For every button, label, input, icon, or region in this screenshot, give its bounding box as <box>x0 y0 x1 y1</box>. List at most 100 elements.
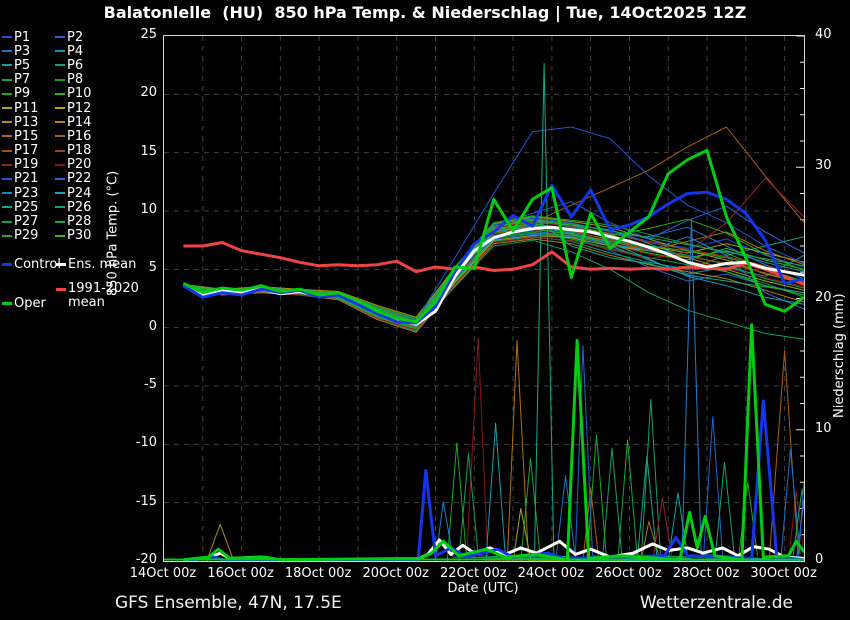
p8-line-swatch <box>55 79 65 81</box>
legend-item-p15: P15 <box>2 129 55 143</box>
x-axis-tick-label: 30Oct 00z <box>742 566 826 581</box>
x-axis-tick-label: 14Oct 00z <box>121 566 205 581</box>
ens-mean-line-swatch <box>56 263 66 266</box>
legend-member-label: P29 <box>14 228 38 243</box>
p17-line-swatch <box>2 150 12 152</box>
right-axis-title: Niederschlag (mm) <box>832 293 847 418</box>
right-axis-tick-label: 0 <box>815 552 850 567</box>
legend-item-p27: P27 <box>2 214 55 228</box>
legend-item-p17: P17 <box>2 144 55 158</box>
legend-member-label: P24 <box>67 186 91 201</box>
legend-member-label: P25 <box>14 200 38 215</box>
legend-member-label: P22 <box>67 171 91 186</box>
legend-member-label: P7 <box>14 72 30 87</box>
p9-line-swatch <box>2 93 12 95</box>
oper-line-swatch <box>2 302 12 305</box>
p19-line-swatch <box>2 164 12 166</box>
legend-item-p7: P7 <box>2 73 55 87</box>
legend-item-p4: P4 <box>55 44 155 58</box>
legend-member-label: P11 <box>14 101 38 116</box>
plot-svg <box>164 36 804 561</box>
legend-member-label: P26 <box>67 200 91 215</box>
series-P22-temp-line <box>183 202 804 322</box>
legend-item-p5: P5 <box>2 58 55 72</box>
left-axis-tick-label: 20 <box>117 85 157 100</box>
p5-line-swatch <box>2 64 12 66</box>
legend-member-label: P1 <box>14 30 30 45</box>
x-axis-tick-label: 18Oct 00z <box>276 566 360 581</box>
right-axis-tick-label: 30 <box>815 158 850 173</box>
left-axis-tick-label: 5 <box>117 260 157 275</box>
x-axis-tick-label: 20Oct 00z <box>354 566 438 581</box>
legend-item-p9: P9 <box>2 87 55 101</box>
x-axis-tick-label: 26Oct 00z <box>586 566 670 581</box>
legend-member-label: P28 <box>67 214 91 229</box>
p21-line-swatch <box>2 178 12 180</box>
right-axis-tick-label: 40 <box>815 27 850 42</box>
chart-title: Balatonlelle (HU) 850 hPa Temp. & Nieder… <box>104 3 747 22</box>
right-axis-tick-label: 10 <box>815 421 850 436</box>
legend-item-p12: P12 <box>55 101 155 115</box>
legend-item-p25: P25 <box>2 200 55 214</box>
legend-item-p14: P14 <box>55 115 155 129</box>
legend-member-label: P19 <box>14 157 38 172</box>
legend-climate-label: 1991-2020 mean <box>68 282 139 310</box>
legend-member-label: P12 <box>67 101 91 116</box>
p29-line-swatch <box>2 235 12 237</box>
left-axis-tick-label: 0 <box>117 319 157 334</box>
legend-item-p1: P1 <box>2 30 55 44</box>
p15-line-swatch <box>2 135 12 137</box>
legend-member-label: P17 <box>14 143 38 158</box>
x-axis-tick-label: 22Oct 00z <box>431 566 515 581</box>
p12-line-swatch <box>55 107 65 109</box>
legend-item-p6: P6 <box>55 58 155 72</box>
legend-item-oper: Oper <box>2 296 46 311</box>
plot-area <box>163 35 805 562</box>
p26-line-swatch <box>55 206 65 208</box>
series-P25-precip-line <box>534 64 656 561</box>
legend-member-label: P5 <box>14 58 30 73</box>
legend-item-p29: P29 <box>2 229 55 243</box>
climate-mean-line-swatch <box>56 288 66 291</box>
p11-line-swatch <box>2 107 12 109</box>
p22-line-swatch <box>55 178 65 180</box>
legend-item-p16: P16 <box>55 129 155 143</box>
series-P23-temp-line <box>183 231 804 328</box>
p28-line-swatch <box>55 221 65 223</box>
p7-line-swatch <box>2 79 12 81</box>
legend-item-p21: P21 <box>2 172 55 186</box>
legend-member-label: P23 <box>14 186 38 201</box>
legend-member-label: P10 <box>67 86 91 101</box>
p2-line-swatch <box>55 36 65 38</box>
left-axis-tick-label: -20 <box>117 552 157 567</box>
legend-item-p23: P23 <box>2 186 55 200</box>
legend-member-label: P14 <box>67 115 91 130</box>
series-P16-precip-line <box>583 351 798 561</box>
p6-line-swatch <box>55 64 65 66</box>
left-axis-tick-label: -15 <box>117 494 157 509</box>
legend-member-label: P27 <box>14 214 38 229</box>
x-axis-title: Date (UTC) <box>423 581 543 596</box>
legend-member-label: P16 <box>67 129 91 144</box>
p30-line-swatch <box>55 235 65 237</box>
legend-member-label: P13 <box>14 115 38 130</box>
footer-model-info: GFS Ensemble, 47N, 17.5E <box>115 593 342 613</box>
p18-line-swatch <box>55 150 65 152</box>
legend-member-label: P30 <box>67 228 91 243</box>
right-axis-tick-label: 20 <box>815 290 850 305</box>
left-axis-tick-label: 10 <box>117 202 157 217</box>
p10-line-swatch <box>55 93 65 95</box>
legend-member-label: P15 <box>14 129 38 144</box>
p1-line-swatch <box>2 36 12 38</box>
series-P22-precip-line <box>575 346 804 561</box>
p13-line-swatch <box>2 121 12 123</box>
legend-member-label: P4 <box>67 44 83 59</box>
p14-line-swatch <box>55 121 65 123</box>
p20-line-swatch <box>55 164 65 166</box>
x-axis-tick-label: 16Oct 00z <box>199 566 283 581</box>
legend-climate-label-line1: 1991-2020 <box>68 281 139 296</box>
legend-member-label: P6 <box>67 58 83 73</box>
legend-item-p3: P3 <box>2 44 55 58</box>
legend-member-label: P18 <box>67 143 91 158</box>
legend-item-p19: P19 <box>2 158 55 172</box>
